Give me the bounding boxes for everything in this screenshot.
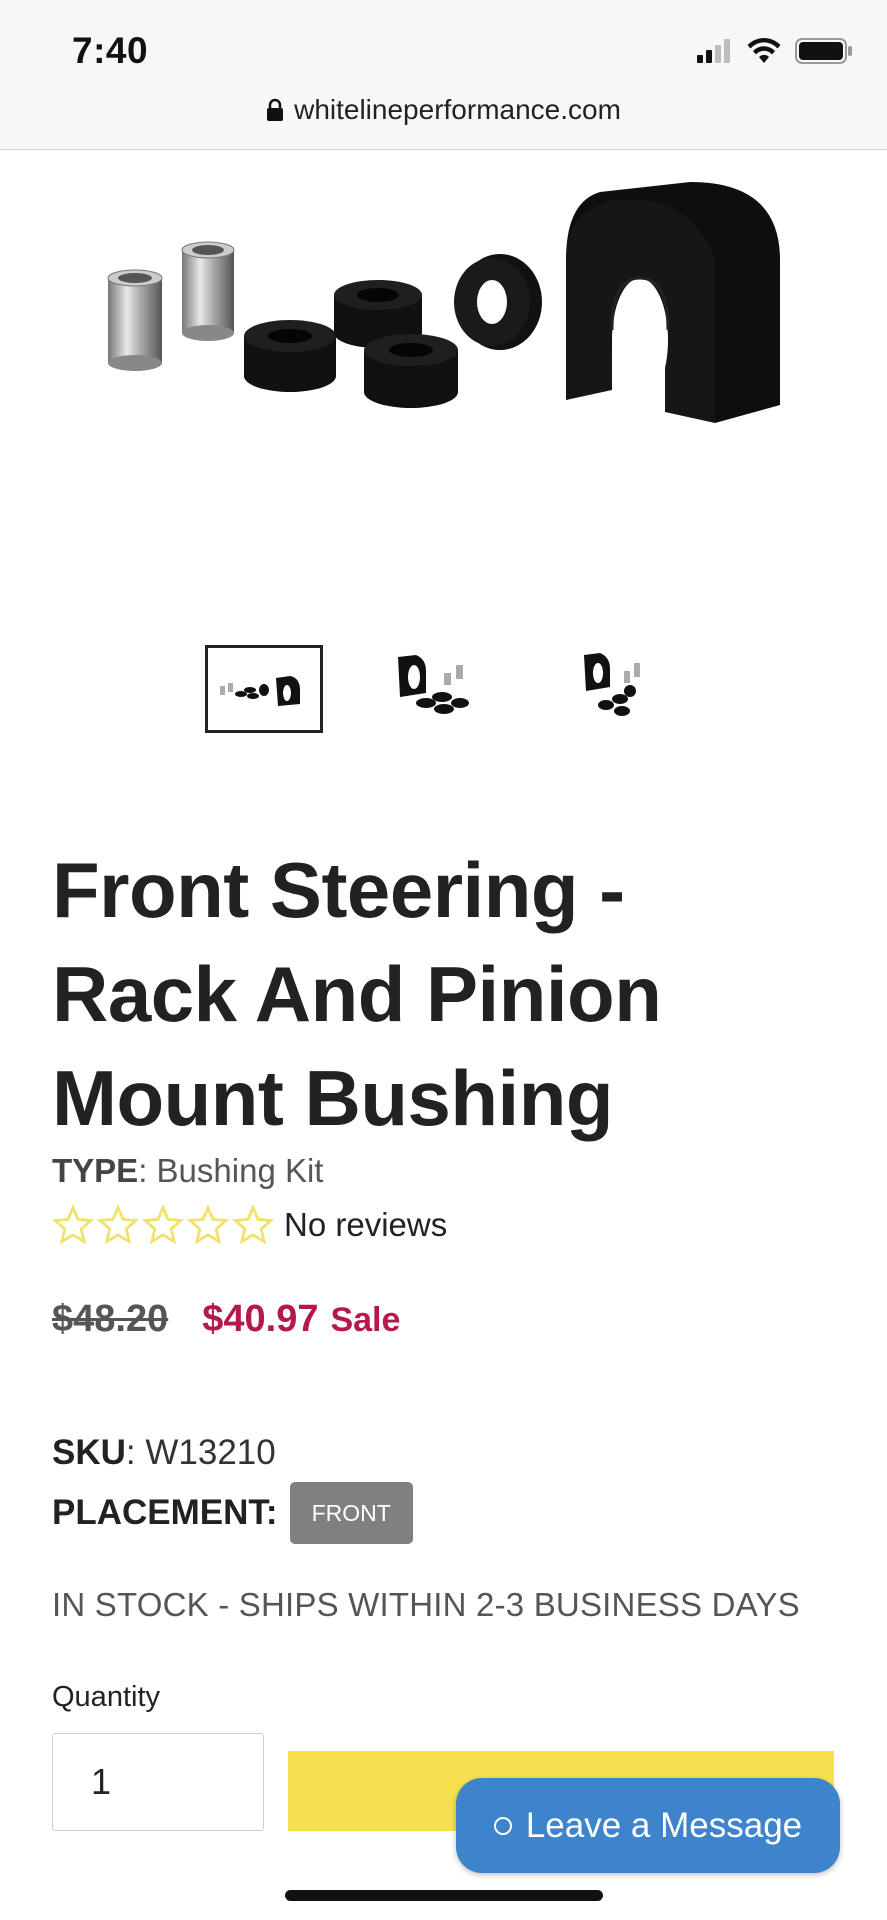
thumbnail-strip	[0, 645, 887, 735]
product-type: TYPE: Bushing Kit	[52, 1152, 324, 1189]
type-label: TYPE	[52, 1152, 139, 1189]
wifi-icon	[747, 38, 781, 63]
sku-value: W13210	[145, 1433, 276, 1472]
placement-badge[interactable]: FRONT	[289, 1482, 413, 1544]
rubber-washer	[244, 320, 336, 392]
chat-bubble-icon	[493, 1816, 512, 1835]
reviews-count: No reviews	[284, 1206, 448, 1243]
sale-label: Sale	[330, 1301, 401, 1339]
sale-price: $40.97	[202, 1298, 319, 1340]
thumbnail-1-image	[220, 676, 300, 706]
price-row: $48.20 $40.97 Sale	[52, 1298, 400, 1341]
original-price: $48.20	[52, 1298, 169, 1340]
rating-row[interactable]: No reviews	[52, 1205, 447, 1245]
thumbnail-3[interactable]	[570, 645, 688, 733]
flanged-bushing	[454, 254, 542, 350]
thumbnail-2[interactable]	[386, 645, 504, 733]
leave-message-button[interactable]: Leave a Message	[456, 1778, 840, 1873]
thumbnail-2-image	[398, 655, 469, 714]
sku: SKU: W13210	[52, 1433, 276, 1472]
star-icon	[142, 1205, 184, 1245]
home-indicator[interactable]	[285, 1890, 603, 1901]
bushing-kit-photo	[107, 182, 780, 423]
product-main-image[interactable]	[0, 150, 887, 600]
cellular-signal-icon	[697, 39, 730, 63]
rubber-washer	[364, 334, 458, 408]
leave-message-label: Leave a Message	[525, 1805, 803, 1845]
metal-sleeve	[181, 241, 235, 341]
battery-icon	[795, 38, 852, 64]
quantity-label: Quantity	[52, 1681, 160, 1713]
address-bar[interactable]: whitelineperformance.com	[0, 94, 887, 126]
star-rating	[52, 1205, 274, 1245]
status-time: 7:40	[72, 30, 149, 71]
quantity-input[interactable]: 1	[52, 1733, 264, 1831]
placement: PLACEMENT: FRONT	[52, 1482, 413, 1544]
url-text: whitelineperformance.com	[294, 94, 621, 125]
browser-chrome: 7:40 whitelineperformance.com	[0, 0, 887, 150]
status-icons	[697, 38, 853, 64]
stock-status: IN STOCK - SHIPS WITHIN 2-3 BUSINESS DAY…	[52, 1586, 800, 1623]
thumbnail-1[interactable]	[205, 645, 323, 733]
sku-label: SKU	[52, 1433, 126, 1472]
placement-label: PLACEMENT:	[52, 1493, 278, 1532]
mount-bushing	[566, 182, 780, 423]
star-icon	[97, 1205, 139, 1245]
metal-sleeve	[107, 269, 163, 371]
type-value: Bushing Kit	[156, 1152, 324, 1189]
star-icon	[52, 1205, 94, 1245]
star-icon	[232, 1205, 274, 1245]
thumbnail-3-image	[584, 653, 640, 716]
star-icon	[187, 1205, 229, 1245]
product-title: Front Steering - Rack And Pinion Mount B…	[52, 846, 662, 1142]
lock-icon	[267, 98, 284, 121]
